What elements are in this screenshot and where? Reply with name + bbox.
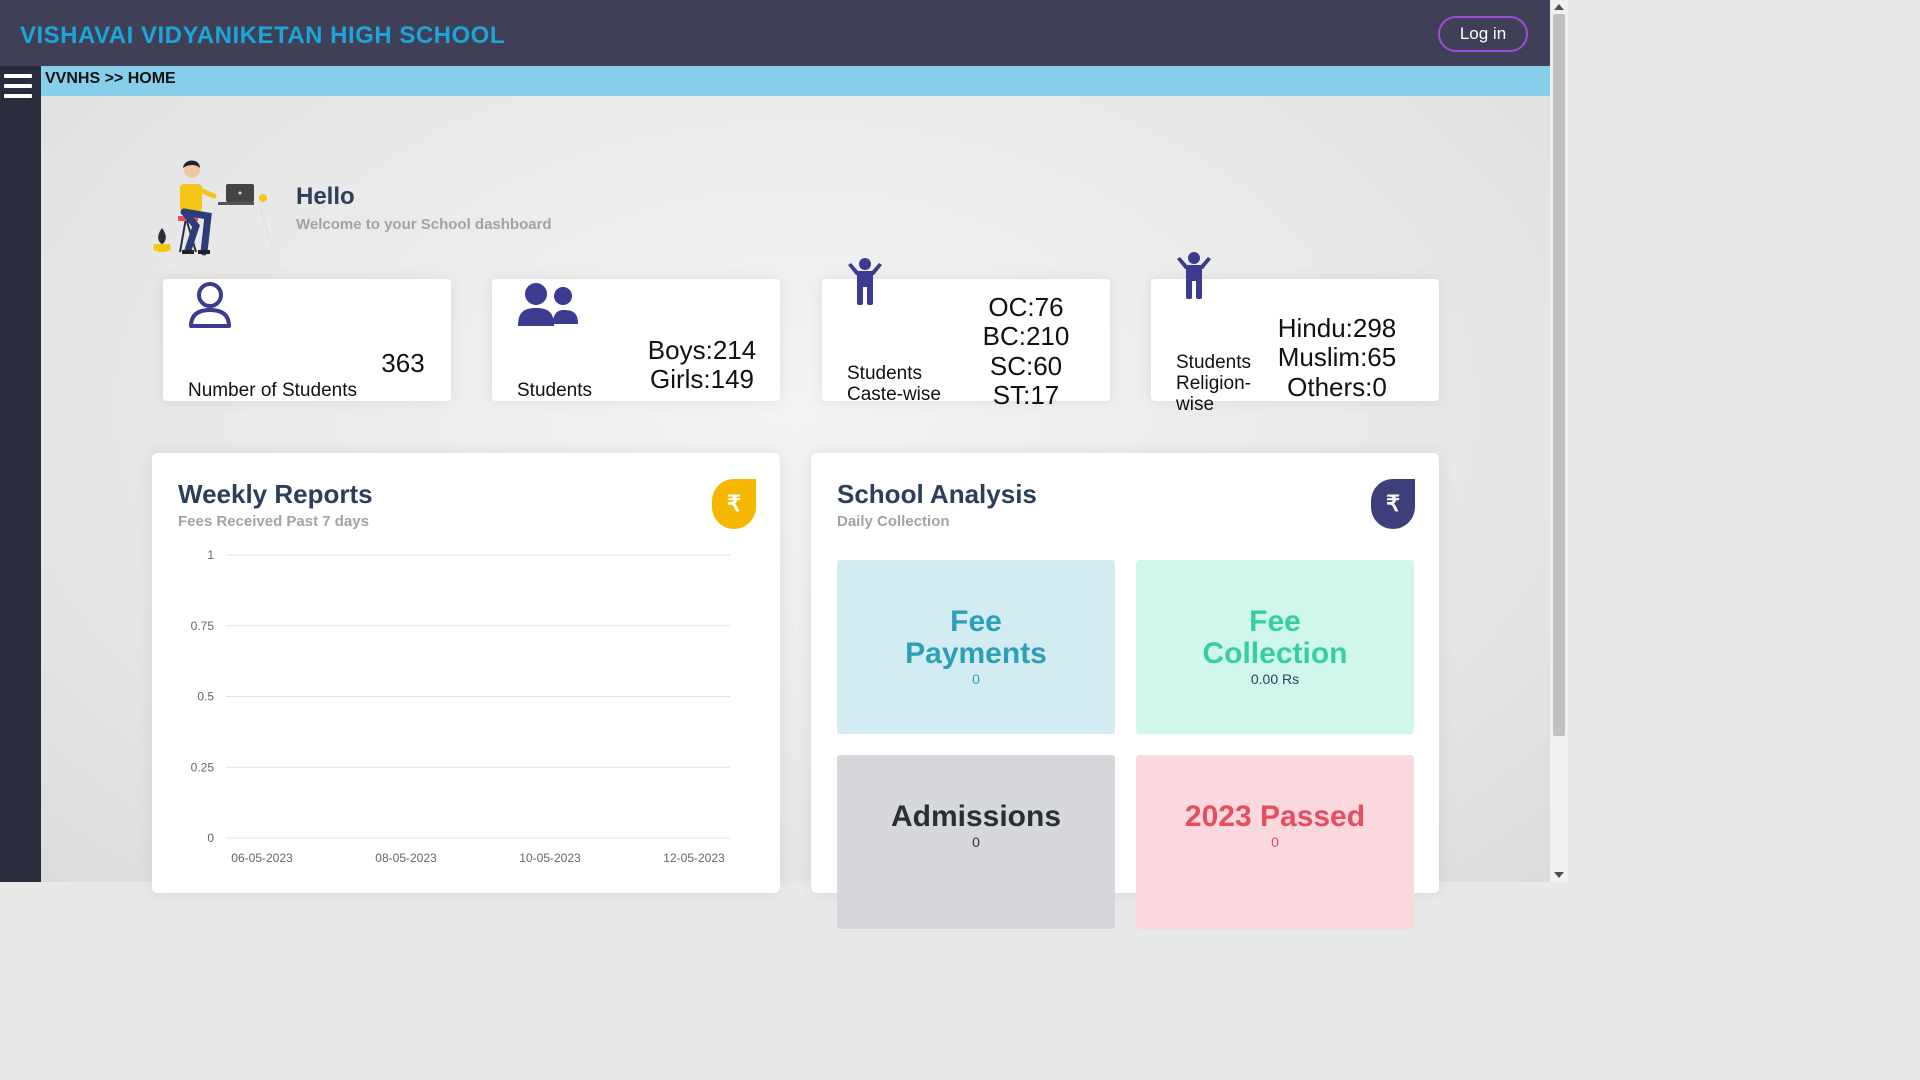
y-tick-label: 0	[207, 831, 214, 845]
fee-collection-value: 0.00 Rs	[1250, 671, 1300, 687]
user-icon	[189, 282, 231, 328]
caste-bc: BC:210	[982, 321, 1070, 351]
top-navbar: VISHAVAI VIDYANIKETAN HIGH SCHOOL Log in	[0, 0, 1550, 66]
scroll-down-arrow[interactable]	[1554, 872, 1564, 878]
gender-label: Students	[517, 380, 592, 401]
breadcrumb-bar: VVNHS >> HOME	[41, 66, 1550, 96]
login-button[interactable]: Log in	[1438, 16, 1528, 52]
y-tick-label: 0.5	[197, 690, 214, 704]
religion-label-3: wise	[1176, 394, 1215, 415]
admissions-value: 0	[972, 834, 980, 850]
y-tick-label: 0.75	[191, 619, 215, 633]
child-icon	[1177, 252, 1211, 299]
greeting-subtitle: Welcome to your School dashboard	[296, 216, 552, 233]
caste-st: ST:17	[992, 380, 1060, 410]
y-tick-label: 0.25	[191, 760, 215, 774]
passed-tile[interactable]: 2023 Passed 0	[1136, 755, 1414, 929]
caste-label-2: Caste-wise	[847, 384, 941, 405]
fee-collection-title-1: Fee	[1249, 605, 1301, 638]
passed-title: 2023 Passed	[1184, 800, 1366, 833]
scroll-thumb[interactable]	[1553, 14, 1565, 736]
caste-oc: OC:76	[988, 292, 1064, 322]
x-tick-label: 10-05-2023	[519, 851, 581, 865]
admissions-title: Admissions	[890, 800, 1062, 833]
fee-collection-title-2: Collection	[1202, 637, 1348, 670]
religion-label-1: Students	[1176, 352, 1251, 373]
fees-line-chart: 1 0.75 0.5 0.25 0 06-05-2023 08-05-2023 10-05-2…	[191, 548, 730, 865]
stat-card-total-students: 363 Number of Students	[163, 279, 451, 401]
stat-card-gender: Boys:214 Girls:149 Students	[492, 279, 780, 401]
boys-count: Boys:214	[647, 335, 757, 365]
sidebar	[0, 66, 41, 882]
school-analysis-title: School Analysis	[837, 479, 1037, 509]
weekly-reports-panel: Weekly Reports Fees Received Past 7 days…	[152, 453, 780, 893]
fee-payments-value: 0	[972, 671, 980, 687]
stat-card-religion: Hindu:298 Muslim:65 Others:0 Students Re…	[1151, 252, 1439, 415]
fee-payments-title-2: Payments	[905, 637, 1047, 670]
school-analysis-panel: School Analysis Daily Collection ₹ Fee P…	[811, 453, 1439, 929]
stat-card-caste: OC:76 BC:210 SC:60 ST:17 Students Caste-…	[822, 258, 1110, 410]
breadcrumb: VVNHS >> HOME	[45, 70, 176, 87]
person-laptop-illustration	[153, 160, 272, 256]
child-icon	[848, 258, 882, 305]
caste-sc: SC:60	[989, 351, 1063, 381]
caste-label-1: Students	[847, 363, 922, 384]
users-icon	[518, 283, 578, 326]
y-tick-label: 1	[207, 548, 214, 562]
girls-count: Girls:149	[649, 364, 755, 394]
scroll-up-arrow[interactable]	[1554, 4, 1564, 10]
religion-muslim: Muslim:65	[1277, 342, 1397, 372]
x-tick-label: 08-05-2023	[375, 851, 437, 865]
fee-payments-tile[interactable]: Fee Payments 0	[837, 560, 1115, 734]
x-tick-label: 06-05-2023	[231, 851, 293, 865]
passed-value: 0	[1271, 834, 1279, 850]
school-name: VISHAVAI VIDYANIKETAN HIGH SCHOOL	[20, 22, 505, 49]
religion-label-2: Religion-	[1176, 373, 1251, 394]
religion-hindu: Hindu:298	[1277, 313, 1397, 343]
school-analysis-subtitle: Daily Collection	[837, 513, 950, 530]
x-tick-label: 12-05-2023	[663, 851, 725, 865]
religion-others: Others:0	[1287, 372, 1387, 402]
menu-icon[interactable]	[4, 74, 32, 98]
admissions-tile[interactable]: Admissions 0	[837, 755, 1115, 929]
fee-collection-tile[interactable]: Fee Collection 0.00 Rs	[1136, 560, 1414, 734]
rupee-icon: ₹	[1371, 479, 1415, 529]
total-students-value: 363	[381, 348, 425, 378]
fee-payments-title-1: Fee	[950, 605, 1002, 638]
greeting-title: Hello	[296, 183, 355, 210]
total-students-label: Number of Students	[188, 380, 357, 401]
scrollbar[interactable]	[1550, 0, 1568, 882]
